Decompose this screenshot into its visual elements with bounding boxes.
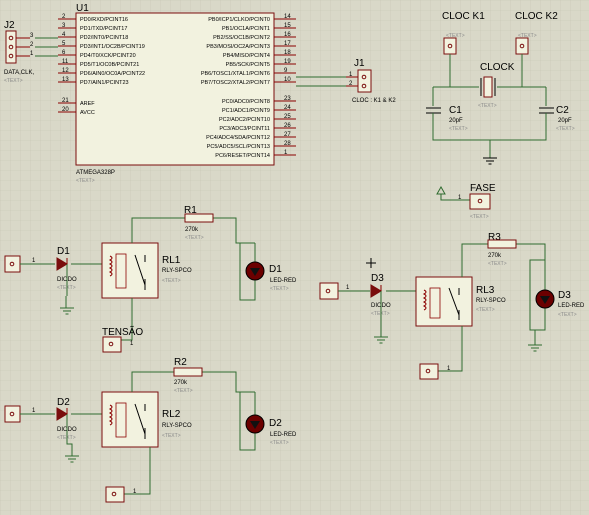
- led2-text: <TEXT>: [270, 440, 289, 446]
- pin-name: PD3/INT1/OC2B/PCINT19: [80, 44, 145, 50]
- rl2-ref: RL2: [162, 409, 181, 420]
- pin-name: PB7/TOSC2/XTAL2/PCINT7: [201, 80, 270, 86]
- rl1-text: <TEXT>: [162, 278, 181, 284]
- u1-ref: U1: [76, 3, 89, 14]
- pin-name: PB1/OC1A/PCINT1: [222, 26, 270, 32]
- pin-number: 24: [284, 105, 291, 111]
- pin-number: 28: [284, 141, 291, 147]
- u1-text: <TEXT>: [76, 178, 95, 184]
- d3-ref: D3: [371, 273, 384, 284]
- pin-number: 11: [62, 59, 69, 65]
- cloc-k1-ref: CLOC K1: [442, 11, 485, 22]
- pin-name: PB0/ICP1/CLKO/PCINT0: [208, 17, 270, 23]
- crystal-ref: CLOCK: [480, 62, 515, 73]
- pin-name: PB3/MOSI/OC2A/PCINT3: [206, 44, 270, 50]
- rl3-ref: RL3: [476, 285, 495, 296]
- pin-name: AREF: [80, 101, 95, 107]
- pin-name: PC1/ADC1/PCINT9: [222, 108, 270, 114]
- pin-number: 15: [284, 23, 291, 29]
- pin-number: 25: [284, 114, 291, 120]
- pin-number: 13: [62, 77, 69, 83]
- led1-ref: D1: [269, 264, 282, 275]
- led2-part: LED-RED: [270, 432, 297, 438]
- led2-ref: D2: [269, 418, 282, 429]
- pin-name: PB6/TOSC1/XTAL1/PCINT6: [201, 71, 270, 77]
- rl1-part: RLY-SPCO: [162, 268, 192, 274]
- pin-name: PD2/INT0/PCINT18: [80, 35, 128, 41]
- led1-part: LED-RED: [270, 278, 297, 284]
- pin-name: PB2/SS/OC1B/PCINT2: [213, 35, 270, 41]
- pin-name: PD0/RXD/PCINT16: [80, 17, 128, 23]
- pin-name: PC5/ADC5/SCL/PCINT13: [207, 144, 270, 150]
- cloc-k2-text: <TEXT>: [518, 33, 537, 39]
- c2-ref: C2: [556, 105, 569, 116]
- j1-ref: J1: [354, 58, 365, 69]
- pin-number: 16: [284, 32, 291, 38]
- pin-number: 26: [284, 123, 291, 129]
- pin-number: 14: [284, 14, 291, 20]
- d3-text: <TEXT>: [371, 311, 390, 317]
- rl2-text: <TEXT>: [162, 433, 181, 439]
- r1-value: 270k: [185, 227, 199, 233]
- r3-text: <TEXT>: [488, 261, 507, 267]
- pin-number: 21: [62, 98, 69, 104]
- led3-ref: D3: [558, 290, 571, 301]
- pin-name: PC0/ADC0/PCINT8: [222, 99, 270, 105]
- fase-text: <TEXT>: [470, 214, 489, 220]
- pin-name: PD5/T1/OC0B/PCINT21: [80, 62, 139, 68]
- crystal-text: <TEXT>: [478, 103, 497, 109]
- pin-name: PD6/AIN0/OC0A/PCINT22: [80, 71, 145, 77]
- pin-number: 19: [284, 59, 291, 65]
- fase-ref: FASE: [470, 183, 496, 194]
- u1-part: ATMEGA328P: [76, 170, 115, 176]
- d1-text: <TEXT>: [57, 285, 76, 291]
- pin-name: PD1/TXD/PCINT17: [80, 26, 127, 32]
- pin-number: 20: [62, 107, 69, 113]
- c2-value: 20pF: [558, 118, 572, 124]
- d2-ref: D2: [57, 397, 70, 408]
- rl3-part: RLY-SPCO: [476, 298, 506, 304]
- pin-number: 12: [62, 68, 69, 74]
- pin-number: 23: [284, 96, 291, 102]
- pin-number: 18: [284, 50, 291, 56]
- cloc-k2-ref: CLOC K2: [515, 11, 558, 22]
- r2-value: 270k: [174, 380, 188, 386]
- pin-name: PC6/RESET/PCINT14: [215, 153, 270, 159]
- pin-name: PC4/ADC4/SDA/PCINT12: [206, 135, 270, 141]
- led1-text: <TEXT>: [270, 286, 289, 292]
- led3-text: <TEXT>: [558, 312, 577, 318]
- pin-name: PC2/ADC2/PCINT10: [219, 117, 270, 123]
- rl2-part: RLY-SPCO: [162, 423, 192, 429]
- c1-text: <TEXT>: [449, 126, 468, 132]
- pin-name: AVCC: [80, 110, 95, 116]
- j2-text: <TEXT>: [4, 78, 23, 84]
- pin-number: 27: [284, 132, 291, 138]
- pin-name: PB4/MISO/PCINT4: [223, 53, 270, 59]
- mcu-u1[interactable]: U1 2 PD0/RXD/PCINT163 PD1/TXD/PCINT174 PD2/…: [58, 3, 296, 184]
- led3-part: LED-RED: [558, 303, 585, 309]
- pin-name: PB5/SCK/PCINT5: [226, 62, 270, 68]
- pin-name: PD4/T0/XCK/PCINT20: [80, 53, 136, 59]
- r2-text: <TEXT>: [174, 388, 193, 394]
- pin-name: PD7/AIN1/PCINT23: [80, 80, 129, 86]
- d2-text: <TEXT>: [57, 435, 76, 441]
- c2-text: <TEXT>: [556, 126, 575, 132]
- pin-name: PC3/ADC3/PCINT11: [219, 126, 270, 132]
- d1-ref: D1: [57, 246, 70, 257]
- r3-value: 270k: [488, 253, 502, 259]
- j2-label: DATA,CLK,: [4, 70, 34, 76]
- cloc-k1-text: <TEXT>: [446, 33, 465, 39]
- tensao-ref: TENSÃO: [102, 325, 143, 338]
- pin-number: 10: [284, 77, 291, 83]
- rl1-ref: RL1: [162, 255, 181, 266]
- j2-ref: J2: [4, 20, 15, 31]
- c1-ref: C1: [449, 105, 462, 116]
- rl3-text: <TEXT>: [476, 307, 495, 313]
- schematic-canvas[interactable]: J2 3 2 1 DATA,CLK, <TEXT> U1 2 PD0/RXD/PC…: [0, 0, 589, 515]
- c1-value: 20pF: [449, 118, 463, 124]
- pin-number: 17: [284, 41, 291, 47]
- r2-ref: R2: [174, 357, 187, 368]
- r1-text: <TEXT>: [185, 235, 204, 241]
- j1-label: CLOC : K1 & K2: [352, 98, 396, 104]
